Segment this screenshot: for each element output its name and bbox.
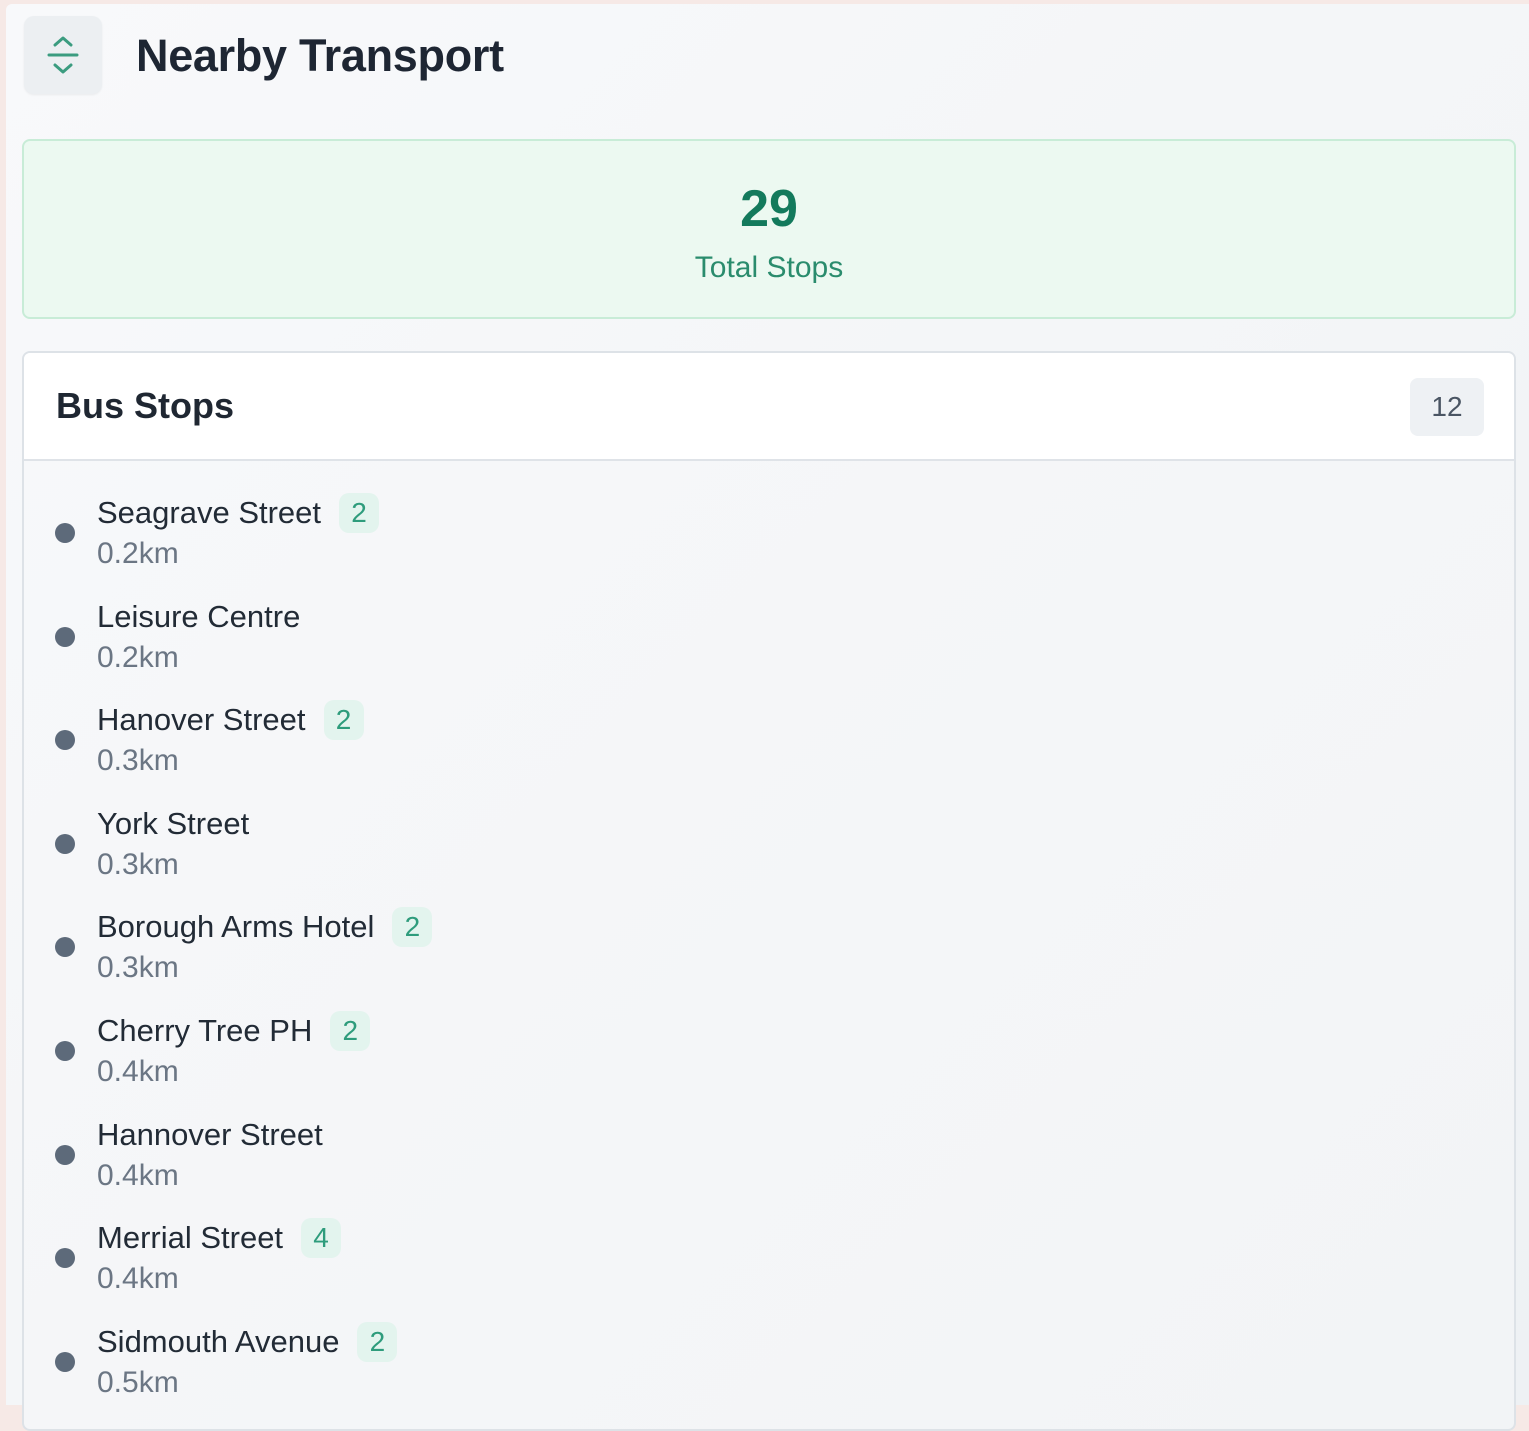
bullet-dot-icon (55, 523, 75, 543)
bus-stop-item[interactable]: York Street 0.3km (24, 804, 1514, 908)
page-title: Nearby Transport (136, 30, 504, 81)
stop-name: Merrial Street (97, 1220, 284, 1256)
stop-name: Hanover Street (97, 702, 306, 738)
bus-stops-card: Bus Stops 12 Seagrave Street 2 0.2km Lei… (22, 351, 1516, 1431)
bullet-dot-icon (55, 1144, 75, 1165)
bullet-dot-icon (55, 1248, 75, 1269)
stop-routes-badge: 2 (357, 1321, 398, 1362)
bullet-dot-icon (55, 1351, 75, 1372)
bus-stops-count-badge: 12 (1410, 378, 1484, 436)
stop-name: Borough Arms Hotel (97, 909, 375, 945)
bus-stop-list: Seagrave Street 2 0.2km Leisure Centre 0… (24, 493, 1514, 1425)
stop-distance: 0.4km (97, 1262, 179, 1296)
bus-stop-item[interactable]: Hanover Street 2 0.3km (24, 700, 1514, 804)
bullet-dot-icon (55, 1040, 75, 1061)
stop-distance: 0.2km (97, 640, 179, 674)
bullet-dot-icon (55, 833, 75, 854)
total-stops-value: 29 (740, 180, 798, 238)
nearby-transport-panel: Nearby Transport 29 Total Stops Bus Stop… (6, 4, 1529, 1431)
bus-stop-item[interactable]: Leisure Centre 0.2km (24, 597, 1514, 701)
bus-stop-item[interactable]: Hannover Street 0.4km (24, 1115, 1514, 1219)
bus-stop-item[interactable]: Sidmouth Avenue 2 0.5km (24, 1321, 1514, 1426)
stop-routes-badge: 2 (330, 1010, 371, 1051)
stop-routes-badge: 2 (392, 907, 433, 948)
bus-stops-title: Bus Stops (56, 385, 235, 426)
stop-distance: 0.3km (97, 847, 179, 881)
bus-stops-header[interactable]: Bus Stops 12 (24, 353, 1514, 461)
stop-name: York Street (97, 805, 250, 841)
stop-name: Seagrave Street (97, 495, 322, 530)
bullet-dot-icon (55, 937, 75, 958)
stop-name: Hannover Street (97, 1116, 323, 1152)
stop-distance: 0.3km (97, 744, 179, 778)
total-stops-card: 29 Total Stops (22, 139, 1516, 319)
bullet-dot-icon (55, 730, 75, 751)
bullet-dot-icon (55, 626, 75, 647)
stop-distance: 0.4km (97, 1054, 179, 1088)
stop-distance: 0.4km (97, 1158, 179, 1192)
bus-stop-item[interactable]: Borough Arms Hotel 2 0.3km (24, 907, 1514, 1011)
stop-routes-badge: 2 (323, 700, 364, 741)
panel-header: Nearby Transport (6, 4, 1529, 114)
stop-routes-badge: 2 (339, 493, 380, 533)
bus-stop-item[interactable]: Cherry Tree PH 2 0.4km (24, 1010, 1514, 1115)
stop-name: Cherry Tree PH (97, 1012, 313, 1048)
stop-distance: 0.5km (97, 1365, 179, 1399)
collapse-expand-button[interactable] (24, 16, 102, 94)
stop-routes-badge: 4 (301, 1218, 342, 1259)
stop-name: Leisure Centre (97, 598, 301, 634)
collapse-expand-icon (47, 36, 79, 74)
total-stops-label: Total Stops (694, 251, 844, 284)
stop-distance: 0.3km (97, 951, 179, 985)
stop-name: Sidmouth Avenue (97, 1323, 340, 1359)
bus-stop-item[interactable]: Merrial Street 4 0.4km (24, 1218, 1514, 1322)
bus-stop-item[interactable]: Seagrave Street 2 0.2km (24, 493, 1514, 597)
stop-distance: 0.2km (97, 537, 179, 570)
